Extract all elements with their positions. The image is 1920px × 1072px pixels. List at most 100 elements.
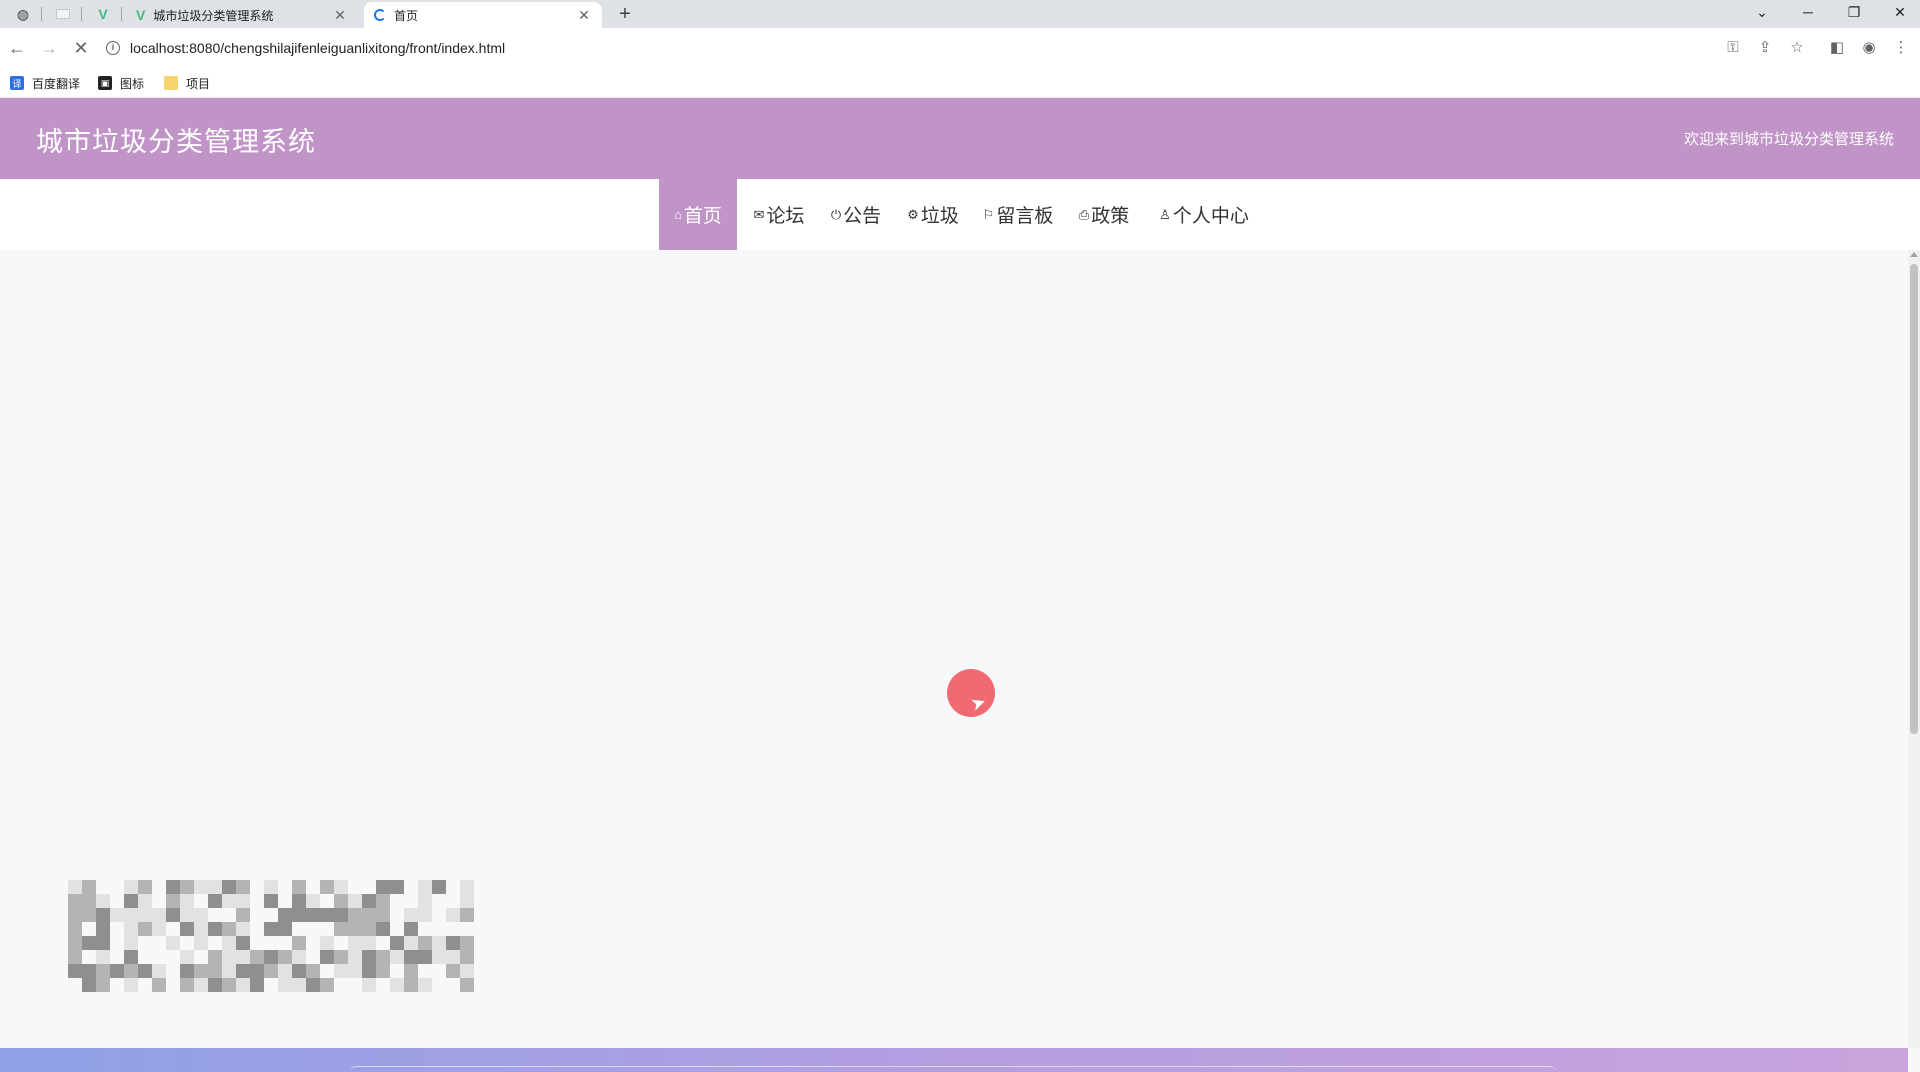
close-icon[interactable]: ✕: [576, 7, 592, 24]
mosaic-pixel: [362, 894, 376, 908]
mosaic-pixel: [180, 922, 194, 936]
mosaic-pixel: [96, 936, 110, 950]
nav-item-policy[interactable]: ⎙ 政策: [1073, 179, 1135, 250]
tab-system[interactable]: V 城市垃圾分类管理系统 ✕: [126, 2, 358, 28]
mosaic-pixel: [404, 964, 418, 978]
stop-button[interactable]: ✕: [68, 36, 94, 60]
mosaic-pixel: [208, 880, 222, 894]
page-scrollbar[interactable]: [1908, 250, 1920, 1048]
profile-icon[interactable]: ◉: [1858, 36, 1880, 58]
nav-item-home[interactable]: ⌂ 首页: [659, 179, 737, 250]
mosaic-pixel: [194, 922, 208, 936]
forward-button[interactable]: →: [36, 36, 62, 60]
mosaic-pixel: [138, 880, 152, 894]
bookmark-label: 项目: [186, 76, 211, 91]
mail-icon: ✉: [753, 206, 765, 222]
welcome-text: 欢迎来到城市垃圾分类管理系统: [1683, 131, 1894, 148]
restore-icon: ❐: [1847, 3, 1861, 20]
mosaic-pixel: [404, 936, 418, 950]
mosaic-pixel: [320, 950, 334, 964]
mosaic-pixel: [138, 922, 152, 936]
new-tab-button[interactable]: +: [612, 2, 638, 26]
mosaic-pixel: [376, 922, 390, 936]
tab-search-button[interactable]: ⌄: [1742, 0, 1782, 24]
mosaic-pixel: [264, 950, 278, 964]
mosaic-pixel: [292, 950, 306, 964]
tab-title: 城市垃圾分类管理系统: [153, 8, 274, 23]
mosaic-pixel: [236, 922, 250, 936]
close-window-button[interactable]: ✕: [1880, 0, 1920, 24]
minimize-icon: ─: [1803, 4, 1813, 20]
bookmark-item[interactable]: 译 百度翻译: [10, 74, 80, 92]
nav-item-garbage[interactable]: ⚙ 垃圾: [901, 179, 965, 250]
restore-button[interactable]: ❐: [1834, 0, 1874, 24]
nav-label: 留言板: [996, 206, 1054, 227]
mosaic-pixel: [68, 908, 82, 922]
nav-item-message-board[interactable]: ⚐ 留言板: [977, 179, 1059, 250]
address-bar[interactable]: i localhost:8080/chengshilajifenleiguanl…: [106, 35, 1806, 61]
mosaic-pixel: [264, 880, 278, 894]
mosaic-pixel: [166, 894, 180, 908]
scrollbar-thumb[interactable]: [1910, 264, 1918, 734]
pinned-tab-2[interactable]: [44, 2, 82, 26]
side-panel-icon[interactable]: ◧: [1826, 36, 1848, 58]
mosaic-pixel: [264, 922, 278, 936]
vue-logo-icon: V: [98, 6, 108, 22]
share-icon[interactable]: ⇪: [1754, 36, 1776, 58]
chevron-down-icon: ⌄: [1756, 3, 1768, 20]
mosaic-pixel: [432, 880, 446, 894]
key-icon[interactable]: ⚿: [1722, 36, 1744, 58]
back-button[interactable]: ←: [4, 36, 30, 60]
mosaic-pixel: [208, 922, 222, 936]
mosaic-pixel: [222, 922, 236, 936]
mosaic-pixel: [278, 922, 292, 936]
address-text: localhost:8080/chengshilajifenleiguanlix…: [130, 40, 506, 56]
mosaic-pixel: [418, 936, 432, 950]
mosaic-pixel: [222, 964, 236, 978]
close-icon: ✕: [73, 37, 89, 58]
star-icon[interactable]: ☆: [1786, 36, 1808, 58]
scroll-up-arrow-icon[interactable]: [1910, 252, 1918, 257]
minimize-button[interactable]: ─: [1788, 0, 1828, 24]
mosaic-pixel: [432, 936, 446, 950]
nav-item-forum[interactable]: ✉ 论坛: [748, 179, 810, 250]
mosaic-pixel: [278, 978, 292, 992]
pinned-tab-1[interactable]: ◍: [4, 2, 42, 26]
mosaic-pixel: [124, 964, 138, 978]
mosaic-pixel: [250, 978, 264, 992]
mosaic-pixel: [460, 894, 474, 908]
nav-item-notice[interactable]: ⏻ 公告: [823, 179, 889, 250]
bookmark-item[interactable]: ▣ 图标: [98, 74, 144, 92]
mosaic-pixel: [82, 936, 96, 950]
close-icon[interactable]: ✕: [332, 7, 348, 24]
mosaic-pixel: [96, 922, 110, 936]
mosaic-pixel: [180, 880, 194, 894]
bookmark-item[interactable]: 项目: [164, 74, 210, 92]
mosaic-pixel: [334, 922, 348, 936]
mosaic-pixel: [278, 908, 292, 922]
mosaic-pixel: [124, 936, 138, 950]
mosaic-pixel: [446, 936, 460, 950]
mosaic-pixel: [222, 894, 236, 908]
nav-item-personal-center[interactable]: ♙ 个人中心: [1155, 179, 1253, 250]
mosaic-pixel: [152, 922, 166, 936]
mosaic-pixel: [418, 978, 432, 992]
tab-title: 首页: [394, 8, 419, 23]
printer-icon: ⎙: [1078, 206, 1090, 222]
menu-dots-icon[interactable]: ⋮: [1890, 36, 1912, 58]
mosaic-pixel: [194, 936, 208, 950]
mosaic-pixel: [96, 964, 110, 978]
mosaic-pixel: [264, 894, 278, 908]
tab-home[interactable]: 首页 ✕: [364, 2, 602, 28]
mosaic-pixel: [124, 978, 138, 992]
mosaic-pixel: [446, 908, 460, 922]
mosaic-pixel: [306, 978, 320, 992]
info-icon[interactable]: i: [106, 41, 120, 55]
mosaic-pixel: [306, 908, 320, 922]
mosaic-pixel: [124, 908, 138, 922]
mosaic-pixel: [418, 894, 432, 908]
mosaic-pixel: [320, 936, 334, 950]
pinned-tab-3[interactable]: V: [84, 2, 122, 26]
mosaic-pixel: [124, 950, 138, 964]
mosaic-pixel: [236, 894, 250, 908]
